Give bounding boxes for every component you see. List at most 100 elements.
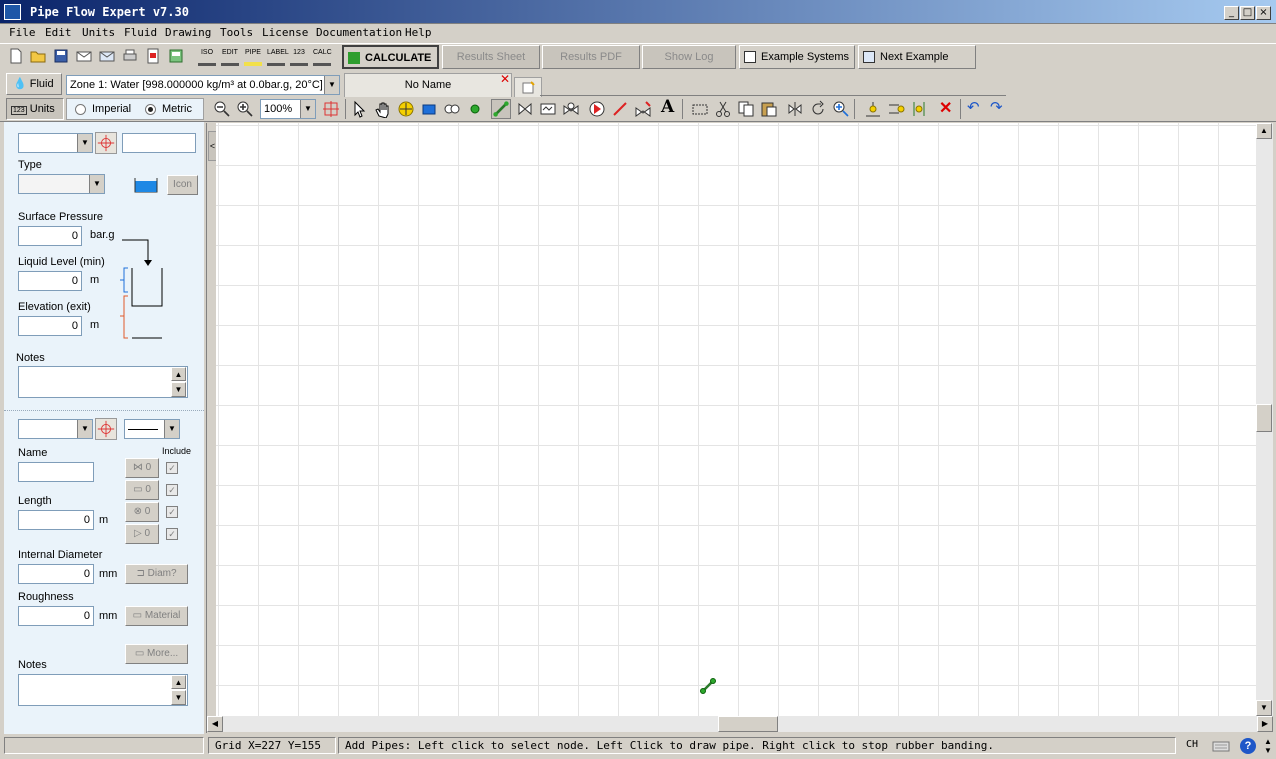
valves-button[interactable]: ⊗ 0 [125,502,159,522]
results-sheet-button[interactable]: Results Sheet [442,45,540,69]
pipe-label-icon[interactable]: PIPE [244,48,262,66]
pressure-icon[interactable] [611,100,629,118]
edit-tool-icon[interactable]: EDIT [221,48,239,66]
pointer-icon[interactable] [351,100,369,118]
tank-type-select[interactable]: ▼ [18,174,105,194]
flip-icon[interactable] [786,100,804,118]
chevron-down-icon[interactable]: ▼ [77,134,92,152]
chevron-down-icon[interactable]: ▼ [164,420,179,438]
elevation-field[interactable]: 0 [18,316,82,336]
component-icon[interactable] [539,100,557,118]
pipe-name-field[interactable] [18,462,94,482]
pump-icon[interactable] [588,100,606,118]
undo-icon[interactable]: ↶ [967,98,980,116]
number-tool-icon[interactable]: 123 [290,48,308,66]
keyboard-icon[interactable] [1212,738,1230,754]
pipe-notes-field[interactable]: ▲ ▼ [18,674,188,706]
snap-grid-icon[interactable] [322,100,340,118]
pipe-fittings-icon[interactable] [516,100,534,118]
email-attach-icon[interactable] [98,47,116,65]
select-area-icon[interactable] [691,100,709,118]
length-field[interactable]: 0 [18,510,94,530]
material-button[interactable]: ▭ Material [125,606,188,626]
print-icon[interactable] [121,47,139,65]
diam-button[interactable]: ⊐ Diam? [125,564,188,584]
help-icon[interactable]: ? [1240,738,1256,754]
control-valve-icon[interactable] [634,100,652,118]
tank-select[interactable]: ▼ [18,133,93,153]
fittings-button[interactable]: ⋈ 0 [125,458,159,478]
pan-hand-icon[interactable] [374,100,392,118]
drawing-canvas[interactable] [216,123,1256,716]
include-valves-checkbox[interactable]: ✓ [166,506,178,518]
results-pdf-button[interactable]: Results PDF [542,45,640,69]
new-tab-button[interactable] [514,77,542,97]
scroll-up-icon[interactable]: ▲ [1256,123,1272,139]
open-folder-icon[interactable] [29,47,47,65]
email-icon[interactable] [75,47,93,65]
next-example-button[interactable]: Next Example [858,45,976,69]
vertical-scrollbar[interactable]: ▲ ▼ [1256,123,1273,716]
components-button[interactable]: ▭ 0 [125,480,159,500]
vertical-scroll-thumb[interactable] [1256,404,1272,432]
chevron-down-icon[interactable]: ▼ [324,76,339,94]
show-log-button[interactable]: Show Log [642,45,736,69]
node-tool-icon[interactable] [466,100,484,118]
align-horizontal-icon[interactable] [887,100,905,118]
scroll-down-icon[interactable]: ▼ [171,690,186,705]
horizontal-scrollbar[interactable]: ◀ ▶ [207,716,1273,732]
units-button[interactable]: 123 Units [6,98,64,120]
text-tool-icon[interactable]: A [661,97,674,117]
chevron-down-icon[interactable]: ▼ [300,100,315,118]
scroll-down-icon[interactable]: ▼ [171,382,186,397]
menu-tools[interactable]: Tools [220,26,253,39]
distribute-icon[interactable] [910,100,928,118]
close-button[interactable]: × [1256,6,1271,20]
scroll-up-icon[interactable]: ▲ [171,367,186,381]
example-systems-button[interactable]: Example Systems [739,45,855,69]
image-export-icon[interactable] [167,47,185,65]
tank-tool-icon[interactable] [420,100,438,118]
menu-help[interactable]: Help [405,26,432,39]
paste-icon[interactable] [760,100,778,118]
menu-drawing[interactable]: Drawing [165,26,211,39]
menu-edit[interactable]: Edit [45,26,72,39]
pumps-button[interactable]: ▷ 0 [125,524,159,544]
valve-icon[interactable] [562,100,580,118]
menu-units[interactable]: Units [82,26,115,39]
include-components-checkbox[interactable]: ✓ [166,484,178,496]
maximize-button[interactable]: □ [1240,6,1255,20]
redo-icon[interactable]: ↷ [990,98,1003,116]
label-tool-icon[interactable]: LABEL [267,48,289,66]
roughness-field[interactable]: 0 [18,606,94,626]
delete-icon[interactable]: ✕ [939,98,952,118]
imperial-radio[interactable] [75,104,86,115]
scroll-up-icon[interactable]: ▲ [171,675,186,689]
fluid-button[interactable]: 💧 Fluid [6,73,62,95]
menu-license[interactable]: License [262,26,308,39]
chevron-down-icon[interactable]: ▼ [77,420,92,438]
metric-radio[interactable] [145,104,156,115]
pipe-select[interactable]: ▼ [18,419,93,439]
menu-file[interactable]: File [9,26,36,39]
input-language-indicator[interactable]: CH [1186,739,1198,750]
tank-notes-field[interactable]: ▲ ▼ [18,366,188,398]
tab-no-name[interactable]: No Name [344,73,512,97]
horizontal-scroll-thumb[interactable] [718,716,778,732]
tray-scroll-icon[interactable]: ▲ ▼ [1264,737,1272,755]
internal-diameter-field[interactable]: 0 [18,564,94,584]
chevron-down-icon[interactable]: ▼ [89,175,104,193]
panel-splitter[interactable]: < [206,123,217,733]
rotate-icon[interactable] [809,100,827,118]
zoom-out-icon[interactable] [213,100,231,118]
demand-tool-icon[interactable] [443,100,461,118]
cut-icon[interactable] [714,100,732,118]
liquid-level-field[interactable]: 0 [18,271,82,291]
zoom-in-icon[interactable] [236,100,254,118]
zoom-select[interactable]: 100% ▼ [260,99,316,119]
zoom-area-icon[interactable] [832,100,850,118]
scroll-down-icon[interactable]: ▼ [1256,700,1272,716]
scroll-right-icon[interactable]: ▶ [1257,716,1273,732]
locate-pipe-icon[interactable] [95,418,117,440]
close-tab-icon[interactable]: ✕ [499,73,511,86]
